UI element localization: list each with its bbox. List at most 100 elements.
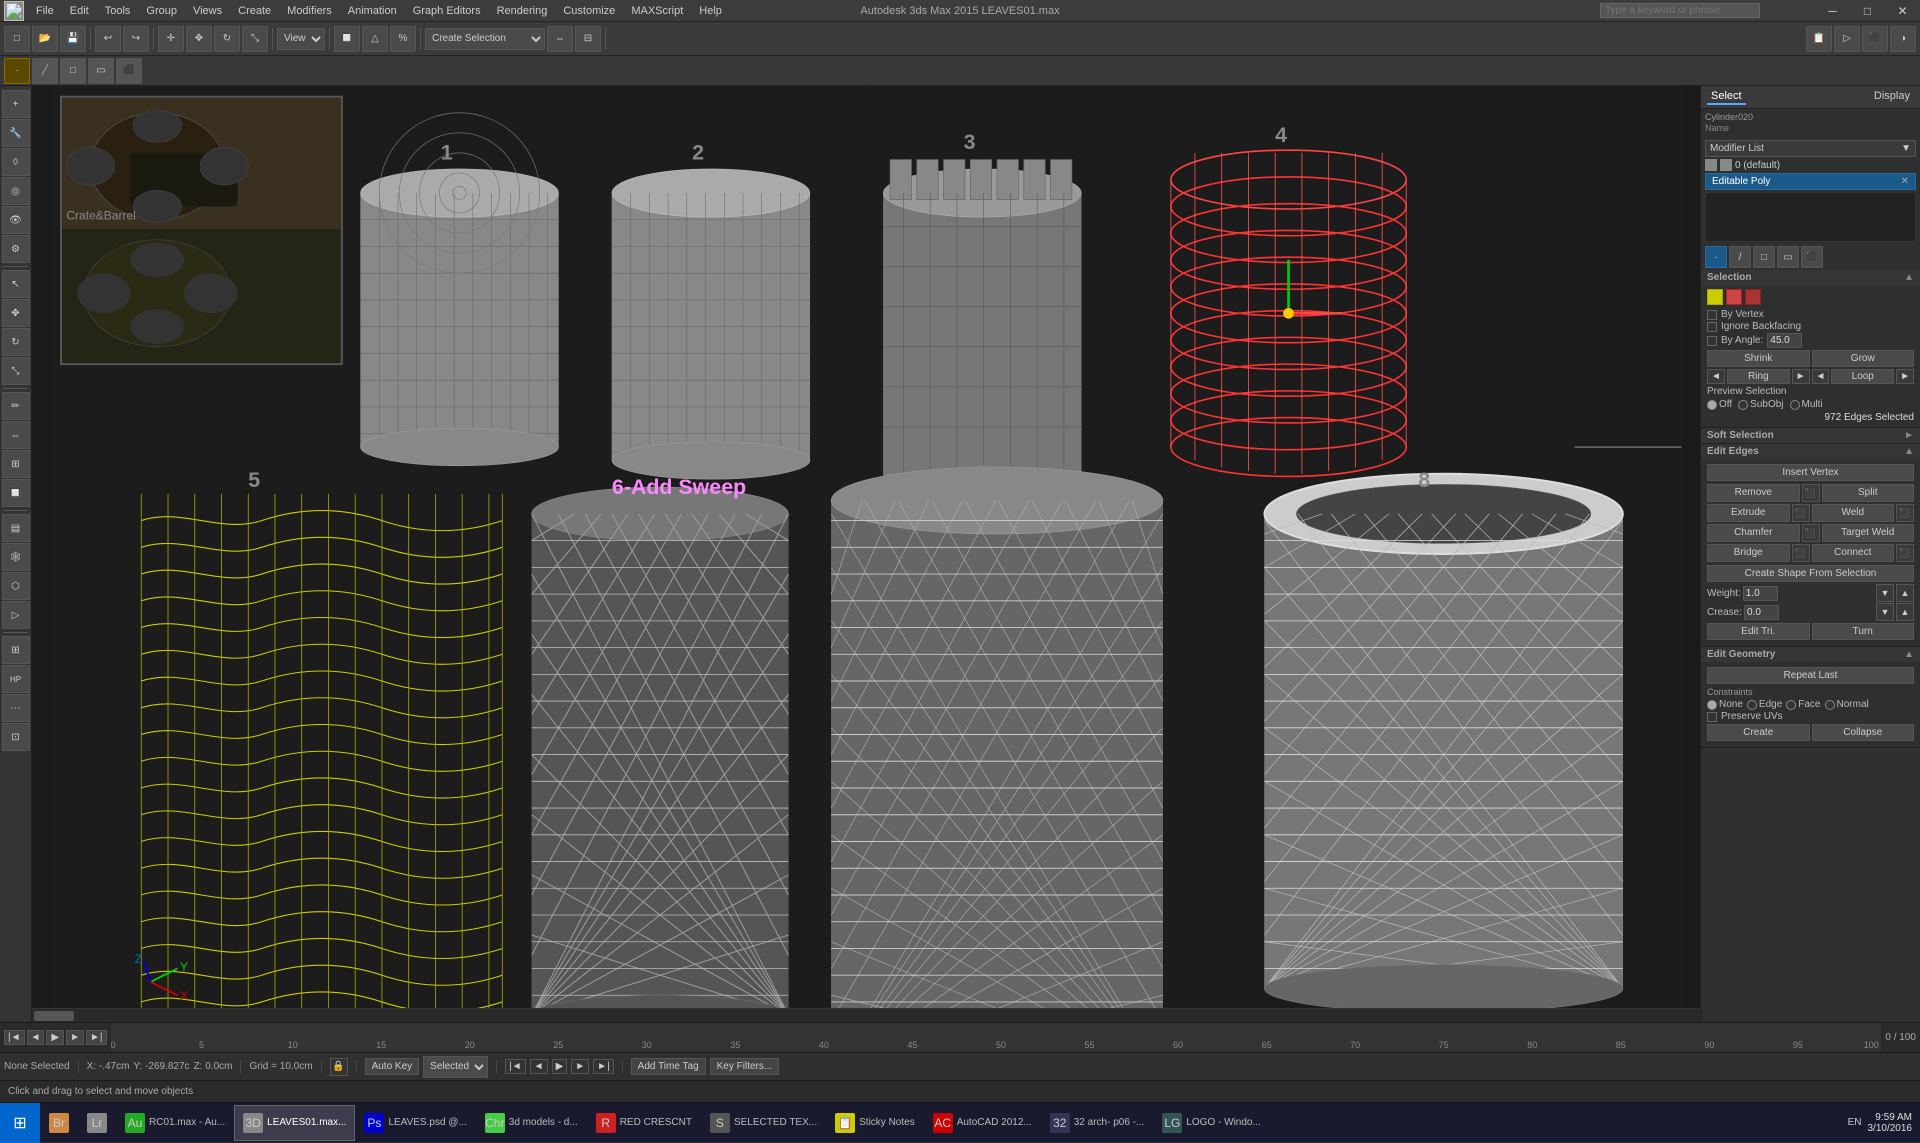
menu-file[interactable]: File bbox=[28, 3, 62, 19]
taskbar-leaves01[interactable]: 3D LEAVES01.max... bbox=[234, 1105, 355, 1141]
bridge-settings-button[interactable]: ⬛ bbox=[1792, 544, 1810, 562]
start-button[interactable]: ⊞ bbox=[0, 1103, 40, 1143]
remove-settings-button[interactable]: ⬛ bbox=[1802, 484, 1820, 502]
menu-modifiers[interactable]: Modifiers bbox=[279, 3, 340, 19]
remove-button[interactable]: Remove bbox=[1707, 484, 1800, 502]
redo-button[interactable]: ↪ bbox=[123, 26, 149, 52]
new-button[interactable]: □ bbox=[4, 26, 30, 52]
edge-mode[interactable]: ╱ bbox=[32, 58, 58, 84]
render-setup[interactable]: ▷ bbox=[2, 601, 30, 629]
weight-down-button[interactable]: ▼ bbox=[1876, 584, 1894, 602]
sel-icon-red1[interactable] bbox=[1726, 289, 1742, 305]
viewport-scrollbar-h[interactable] bbox=[32, 1008, 1700, 1022]
selected-dropdown[interactable]: Selected bbox=[423, 1056, 488, 1078]
menu-group[interactable]: Group bbox=[138, 3, 185, 19]
save-button[interactable]: 💾 bbox=[60, 26, 86, 52]
angle-snap[interactable]: △ bbox=[362, 26, 388, 52]
connect-button[interactable]: Connect bbox=[1812, 544, 1895, 562]
snap-toggle[interactable]: 🔲 bbox=[334, 26, 360, 52]
display-panel[interactable]: 👁 bbox=[2, 206, 30, 234]
taskbar-arch[interactable]: 32 32 arch- p06 -... bbox=[1041, 1105, 1154, 1141]
border-mode[interactable]: □ bbox=[60, 58, 86, 84]
mirror-tool[interactable]: ⇔ bbox=[2, 421, 30, 449]
none-constraint[interactable]: None bbox=[1707, 699, 1743, 710]
edge-constraint[interactable]: Edge bbox=[1747, 699, 1782, 710]
extrude-button[interactable]: Extrude bbox=[1707, 504, 1790, 522]
utilities-panel[interactable]: ⚙ bbox=[2, 235, 30, 263]
select-tool[interactable]: ↖ bbox=[2, 270, 30, 298]
weight-input[interactable] bbox=[1743, 586, 1778, 601]
render-button[interactable]: ▷ bbox=[1834, 26, 1860, 52]
taskbar-chrome[interactable]: Chr 3d models - d... bbox=[476, 1105, 587, 1141]
repeat-last-button[interactable]: Repeat Last bbox=[1707, 667, 1914, 684]
maximize-button[interactable]: □ bbox=[1850, 0, 1885, 22]
editable-poly-modifier[interactable]: Editable Poly ✕ bbox=[1705, 173, 1916, 190]
view-select[interactable]: View bbox=[277, 28, 325, 50]
schematic-view[interactable]: 🕸 bbox=[2, 543, 30, 571]
taskbar-rc01[interactable]: Au RC01.max - Au... bbox=[116, 1105, 234, 1141]
prev-frame-button[interactable]: ◄ bbox=[27, 1030, 45, 1045]
ring-button[interactable]: Ring bbox=[1727, 369, 1790, 384]
crease-input[interactable] bbox=[1744, 605, 1779, 620]
subobj-radio[interactable]: SubObj bbox=[1738, 399, 1783, 410]
edit-geometry-header[interactable]: Edit Geometry ▲ bbox=[1701, 647, 1920, 662]
rotate-button[interactable]: ↻ bbox=[214, 26, 240, 52]
scale-button[interactable]: ⤡ bbox=[242, 26, 268, 52]
go-start-btn[interactable]: |◄ bbox=[505, 1059, 526, 1074]
next-frame-button[interactable]: ► bbox=[66, 1030, 84, 1045]
multi-radio[interactable]: Multi bbox=[1790, 399, 1823, 410]
array-tool[interactable]: ⊞ bbox=[2, 450, 30, 478]
ring-prev-button[interactable]: ◄ bbox=[1707, 369, 1725, 384]
turn-button[interactable]: Turn bbox=[1812, 623, 1915, 640]
element-mode[interactable]: ⬛ bbox=[116, 58, 142, 84]
go-end-btn[interactable]: ►| bbox=[593, 1059, 614, 1074]
snaps-toggle[interactable]: 🔲 bbox=[2, 479, 30, 507]
auto-key-button[interactable]: Auto Key bbox=[365, 1058, 420, 1075]
menu-help[interactable]: Help bbox=[691, 3, 730, 19]
menu-edit[interactable]: Edit bbox=[62, 3, 97, 19]
play-button[interactable]: ▶ bbox=[46, 1030, 64, 1045]
edit-tri-button[interactable]: Edit Tri. bbox=[1707, 623, 1810, 640]
key-filters-button[interactable]: Key Filters... bbox=[710, 1058, 780, 1075]
angle-input[interactable] bbox=[1767, 333, 1802, 348]
extra-tool[interactable]: ⋯ bbox=[2, 694, 30, 722]
sel-icon-red2[interactable] bbox=[1745, 289, 1761, 305]
border-button[interactable]: □ bbox=[1753, 246, 1775, 268]
face-constraint[interactable]: Face bbox=[1786, 699, 1820, 710]
ring-next-button[interactable]: ► bbox=[1792, 369, 1810, 384]
add-time-tag-button[interactable]: Add Time Tag bbox=[631, 1058, 706, 1075]
render-frame[interactable]: ⬛ bbox=[1862, 26, 1888, 52]
menu-rendering[interactable]: Rendering bbox=[489, 3, 556, 19]
soft-selection-header[interactable]: Soft Selection ► bbox=[1701, 428, 1920, 443]
extrude-settings-button[interactable]: ⬛ bbox=[1792, 504, 1810, 522]
paint-tool[interactable]: ✏ bbox=[2, 392, 30, 420]
element-button[interactable]: ⬛ bbox=[1801, 246, 1823, 268]
shrink-button[interactable]: Shrink bbox=[1707, 350, 1810, 367]
active-shade[interactable]: ◑ bbox=[1890, 26, 1916, 52]
hp-btn[interactable]: HP bbox=[2, 665, 30, 693]
weld-button[interactable]: Weld bbox=[1812, 504, 1895, 522]
move-tool[interactable]: ✥ bbox=[2, 299, 30, 327]
menu-customize[interactable]: Customize bbox=[555, 3, 623, 19]
taskbar-sticky[interactable]: 📋 Sticky Notes bbox=[826, 1105, 924, 1141]
open-button[interactable]: 📂 bbox=[32, 26, 58, 52]
menu-maxscript[interactable]: MAXScript bbox=[623, 3, 691, 19]
edge-button[interactable]: / bbox=[1729, 246, 1751, 268]
percent-snap[interactable]: % bbox=[390, 26, 416, 52]
viewport[interactable]: Crate&Barrel bbox=[32, 86, 1700, 1022]
named-sel[interactable]: ▤ bbox=[2, 514, 30, 542]
ignore-backfacing-checkbox[interactable] bbox=[1707, 322, 1717, 332]
lock-button[interactable]: 🔒 bbox=[330, 1058, 348, 1076]
sel-icon-yellow[interactable] bbox=[1707, 289, 1723, 305]
polygon-mode[interactable]: ▭ bbox=[88, 58, 114, 84]
create-shape-button[interactable]: Create Shape From Selection bbox=[1707, 565, 1914, 582]
menu-views[interactable]: Views bbox=[185, 3, 230, 19]
modify-panel[interactable]: 🔧 bbox=[2, 119, 30, 147]
select-button[interactable]: ✛ bbox=[158, 26, 184, 52]
go-end-button[interactable]: ►| bbox=[86, 1030, 107, 1045]
move-button[interactable]: ✥ bbox=[186, 26, 212, 52]
taskbar-autocad[interactable]: AC AutoCAD 2012... bbox=[924, 1105, 1041, 1141]
tab-display[interactable]: Display bbox=[1870, 89, 1914, 105]
chamfer-button[interactable]: Chamfer bbox=[1707, 524, 1800, 542]
preserve-uvs-checkbox[interactable] bbox=[1707, 712, 1717, 722]
